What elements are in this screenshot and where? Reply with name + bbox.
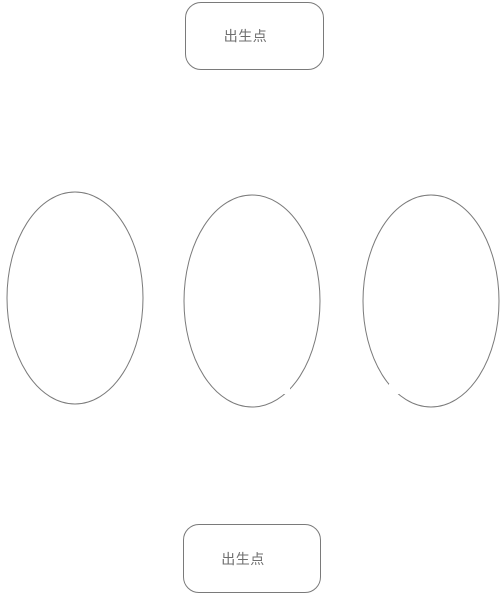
center-ellipse (183, 194, 321, 408)
ellipses-layer (6, 191, 500, 408)
spawn-point-bottom-label: 出生点 (221, 551, 265, 568)
center-ellipse-gap (280, 384, 290, 394)
right-ellipse (362, 194, 500, 408)
left-ellipse (6, 191, 144, 405)
spawn-point-bottom-box: 出生点 (183, 524, 321, 593)
diagram-canvas: 出生点 出生点 (0, 0, 500, 600)
right-ellipse-gap (389, 384, 399, 394)
